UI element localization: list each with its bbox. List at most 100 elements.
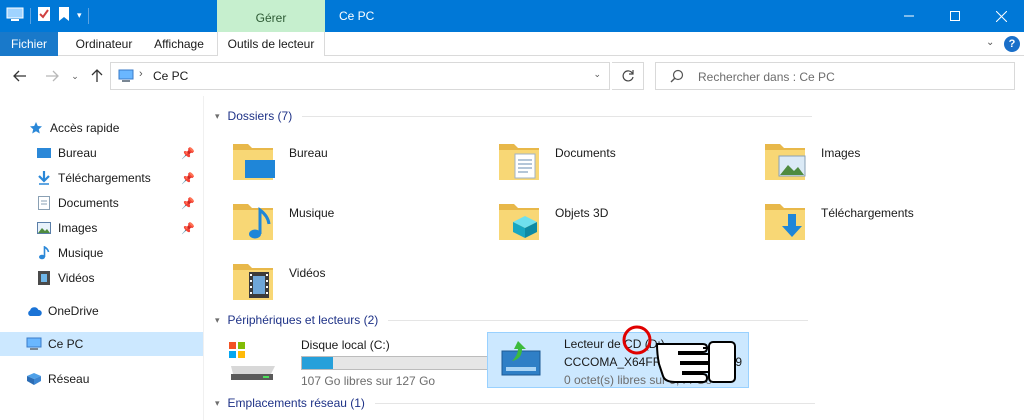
window-title: Ce PC <box>339 9 375 23</box>
collapse-ribbon-icon[interactable]: ⌄ <box>986 37 994 48</box>
group-title: Périphériques et lecteurs (2) <box>227 313 379 327</box>
folder-label: Bureau <box>289 146 328 160</box>
minimize-button[interactable] <box>886 0 932 32</box>
nav-item-desktop[interactable]: Bureau 📌 <box>0 141 203 165</box>
new-folder-icon[interactable] <box>57 6 71 25</box>
this-pc-icon <box>118 69 134 86</box>
folder-3d-objects[interactable]: Objets 3D <box>497 196 747 252</box>
tab-drive-tools[interactable]: Outils de lecteur <box>217 32 325 57</box>
quick-access-toolbar: ▾ <box>6 6 89 25</box>
folder-label: Vidéos <box>289 266 326 280</box>
music-note-icon <box>36 245 52 261</box>
nav-item-downloads[interactable]: Téléchargements 📌 <box>0 166 203 190</box>
pin-icon[interactable]: 📌 <box>181 172 195 185</box>
nav-this-pc[interactable]: Ce PC <box>0 332 203 356</box>
group-folders-header[interactable]: ▾ Dossiers (7) <box>215 109 813 123</box>
folder-label: Objets 3D <box>555 206 609 220</box>
nav-item-documents[interactable]: Documents 📌 <box>0 191 203 215</box>
folder-desktop[interactable]: Bureau <box>231 136 481 192</box>
folder-downloads[interactable]: Téléchargements <box>763 196 1013 252</box>
nav-item-label: Téléchargements <box>58 171 151 185</box>
nav-item-pictures[interactable]: Images 📌 <box>0 216 203 240</box>
search-icon <box>670 69 684 86</box>
folder-documents[interactable]: Documents <box>497 136 747 192</box>
context-tab-manage[interactable]: Gérer <box>217 0 325 32</box>
folder-pictures[interactable]: Images <box>763 136 1013 192</box>
drive-name: Disque local (C:) <box>301 338 390 352</box>
folder-videos[interactable]: Vidéos <box>231 256 481 312</box>
nav-item-label: Bureau <box>58 146 97 160</box>
chevron-down-icon: ▾ <box>215 314 220 325</box>
group-title: Emplacements réseau (1) <box>227 396 365 410</box>
downloads-folder-icon <box>765 204 805 240</box>
tab-view[interactable]: Affichage <box>144 32 214 56</box>
nav-onedrive-label: OneDrive <box>48 304 99 318</box>
search-box[interactable]: Rechercher dans : Ce PC <box>655 62 1015 90</box>
ribbon-tabs: Fichier Ordinateur Affichage Outils de l… <box>0 32 1024 57</box>
annotation-pointer-icon <box>622 325 736 383</box>
nav-this-pc-label: Ce PC <box>48 337 84 351</box>
up-button[interactable] <box>86 65 108 87</box>
address-row: ⌄ › Ce PC ⌄ Rechercher dans : Ce PC <box>0 56 1024 96</box>
pin-icon[interactable]: 📌 <box>181 197 195 210</box>
address-bar[interactable]: › Ce PC ⌄ <box>110 62 610 90</box>
maximize-button[interactable] <box>932 0 978 32</box>
pin-icon[interactable]: 📌 <box>181 147 195 160</box>
group-divider <box>374 402 815 404</box>
pin-icon[interactable]: 📌 <box>181 222 195 235</box>
folder-label: Documents <box>555 146 616 160</box>
nav-onedrive[interactable]: OneDrive <box>0 299 203 323</box>
tab-file[interactable]: Fichier <box>0 32 58 56</box>
music-folder-icon <box>233 204 273 240</box>
address-path: Ce PC <box>153 69 189 83</box>
cloud-icon <box>26 303 42 319</box>
nav-item-label: Vidéos <box>58 271 95 285</box>
group-title: Dossiers (7) <box>227 109 293 123</box>
group-divider <box>388 319 809 321</box>
chevron-down-icon: ▾ <box>215 110 220 121</box>
forward-button[interactable] <box>41 65 63 87</box>
hard-drive-icon <box>229 342 275 380</box>
breadcrumb-chevron-icon: › <box>139 68 143 80</box>
nav-item-videos[interactable]: Vidéos <box>0 266 203 290</box>
nav-item-label: Images <box>58 221 98 235</box>
pictures-icon <box>36 220 52 236</box>
3d-objects-folder-icon <box>499 204 539 240</box>
nav-quick-access-label: Accès rapide <box>50 121 120 135</box>
nav-quick-access[interactable]: Accès rapide <box>0 116 203 140</box>
address-dropdown-icon[interactable]: ⌄ <box>593 69 601 80</box>
drive-free-space: 107 Go libres sur 127 Go <box>301 374 436 388</box>
video-icon <box>36 270 52 286</box>
nav-item-label: Musique <box>58 246 104 260</box>
folder-label: Musique <box>289 206 335 220</box>
desktop-folder-icon <box>233 144 275 180</box>
refresh-button[interactable] <box>612 62 644 90</box>
group-divider <box>302 115 813 117</box>
nav-item-music[interactable]: Musique <box>0 241 203 265</box>
content-area: ▾ Dossiers (7) Bureau Documents Images M… <box>205 96 1024 420</box>
folder-label: Images <box>821 146 861 160</box>
folder-music[interactable]: Musique <box>231 196 481 252</box>
drive-c[interactable]: Disque local (C:) 107 Go libres sur 127 … <box>225 334 495 390</box>
close-button[interactable] <box>978 0 1024 32</box>
nav-network[interactable]: Réseau <box>0 367 203 391</box>
cd-drive-icon <box>501 341 541 376</box>
nav-network-label: Réseau <box>48 372 90 386</box>
tab-computer[interactable]: Ordinateur <box>66 32 142 56</box>
computer-icon[interactable] <box>6 6 24 25</box>
group-network-header[interactable]: ▾ Emplacements réseau (1) <box>215 396 815 410</box>
back-button[interactable] <box>9 65 31 87</box>
customize-toolbar-icon[interactable]: ▾ <box>77 10 82 21</box>
network-icon <box>26 371 42 387</box>
download-arrow-icon <box>36 170 52 186</box>
folder-label: Téléchargements <box>821 206 914 220</box>
help-icon[interactable]: ? <box>1004 36 1020 52</box>
drive-usage-fill <box>302 357 333 369</box>
properties-icon[interactable] <box>37 6 51 25</box>
documents-folder-icon <box>499 144 539 180</box>
recent-locations-icon[interactable]: ⌄ <box>64 65 86 87</box>
search-placeholder: Rechercher dans : Ce PC <box>698 70 835 84</box>
this-pc-icon <box>26 336 42 352</box>
document-icon <box>36 195 52 211</box>
videos-folder-icon <box>233 264 273 300</box>
